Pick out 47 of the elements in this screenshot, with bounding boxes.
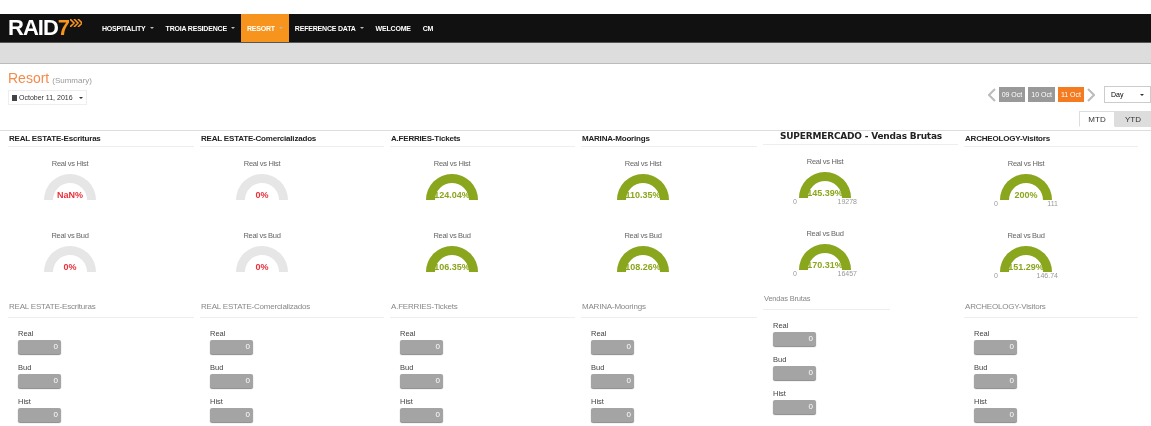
value-field[interactable]: 0 [18,374,61,388]
tab[interactable]: YTD [1115,111,1151,127]
value-field[interactable]: 0 [591,408,634,422]
gauge-track [43,172,97,200]
caret-icon [78,96,83,99]
panel-title: MARINA-Moorings [581,131,757,147]
gauge-value: 0% [62,262,78,272]
value-field[interactable]: 0 [210,374,253,388]
gauge-value: NaN% [56,190,84,200]
caret-icon [1140,93,1144,96]
calendar-icon [12,94,17,101]
page-subtitle: (Summary) [52,76,92,85]
gauge-track [235,172,289,200]
value-field[interactable]: 0 [773,332,816,346]
value-field[interactable]: 0 [18,340,61,354]
tab[interactable]: MTD [1079,111,1115,127]
value-field[interactable]: 0 [400,374,443,388]
value-field[interactable]: 0 [591,340,634,354]
value-field[interactable]: 0 [773,400,816,414]
page-title: Resort [8,70,50,86]
panel-title: REAL ESTATE-Escrituras [8,299,194,318]
logo-text[interactable]: RAID [8,15,58,41]
value-field[interactable]: 0 [210,340,253,354]
gauge-value: 0% [254,262,270,272]
gauge-track [43,244,97,272]
value-field[interactable]: 0 [974,340,1017,354]
panel-title: REAL ESTATE-Escrituras [8,131,194,147]
value-field[interactable]: 0 [591,374,634,388]
panel-title: SUPERMERCADO - Vendas Brutas [763,131,958,145]
value-field[interactable]: 0 [18,408,61,422]
panel-title: MARINA-Moorings [581,299,757,318]
logo-number[interactable]: 7 [57,15,71,41]
chevrons-icon [70,19,83,27]
value-field[interactable]: 0 [974,408,1017,422]
gauge-track [235,244,289,272]
value-field[interactable]: 0 [400,408,443,422]
value-field[interactable]: 0 [400,340,443,354]
value-field[interactable]: 0 [974,374,1017,388]
panel-title: REAL ESTATE-Comercializados [200,299,384,318]
panel-title: ARCHEOLOGY-Visitors [964,299,1138,318]
panel-title: A.FERRIES-Tickets [390,131,575,147]
value-field[interactable]: 0 [773,366,816,380]
panel-title: ARCHEOLOGY-Visitors [964,131,1138,147]
panel-title: A.FERRIES-Tickets [390,299,575,318]
gauge-value: 0% [254,190,270,200]
panel-title: REAL ESTATE-Comercializados [200,131,384,147]
value-field[interactable]: 0 [210,408,253,422]
